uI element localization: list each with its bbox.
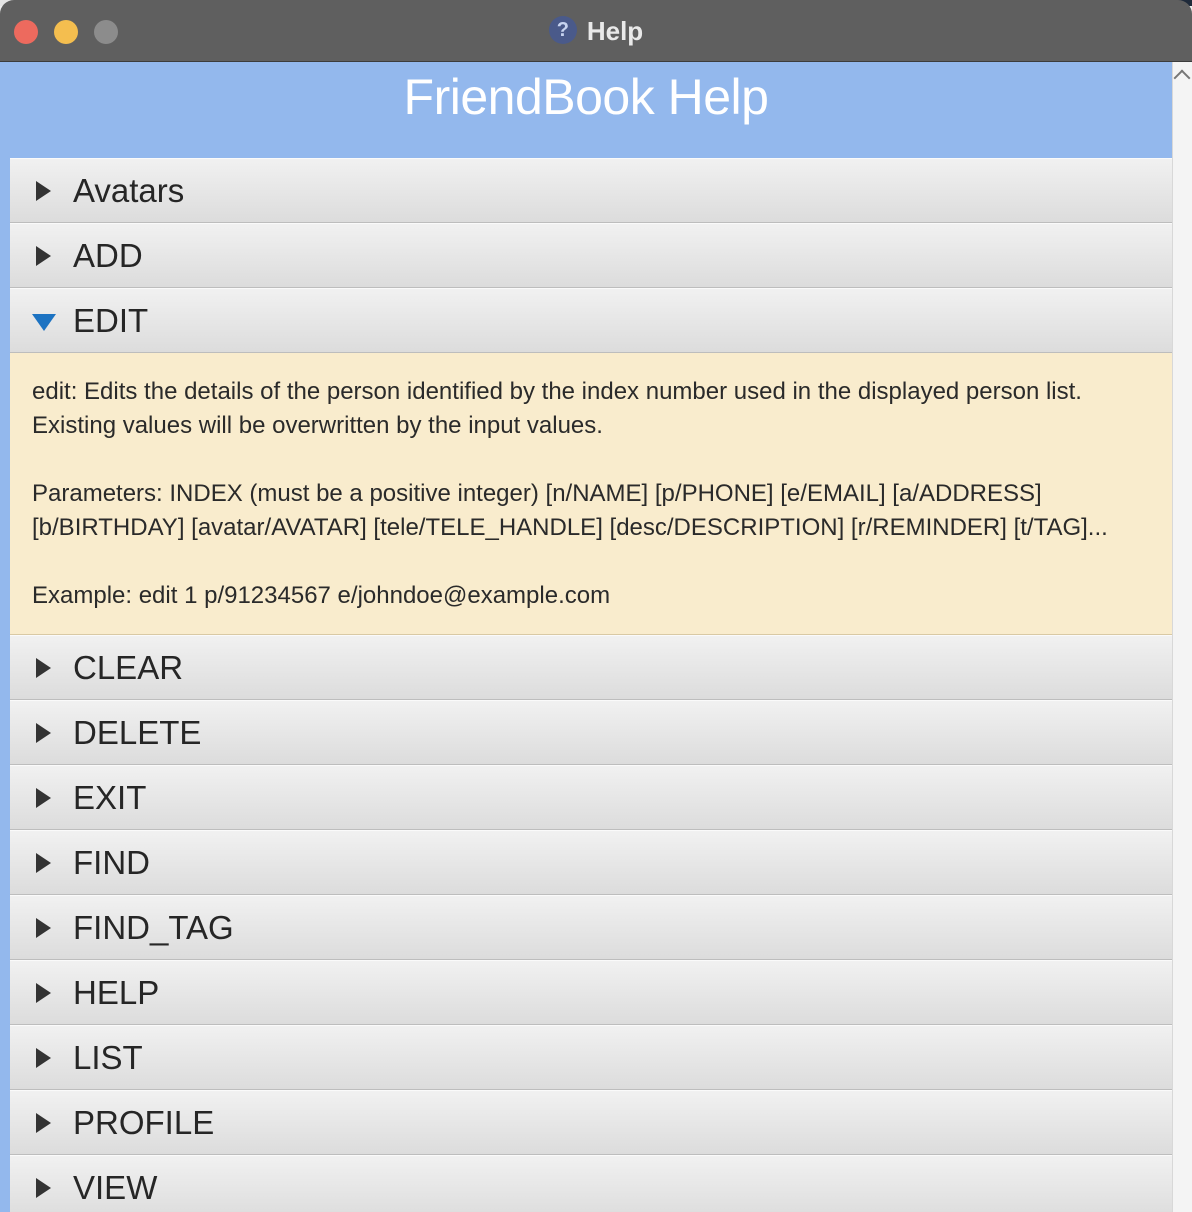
section-label: EDIT [73, 302, 149, 339]
section-label: LIST [73, 1039, 143, 1076]
section-header-exit[interactable]: EXIT [10, 765, 1172, 830]
edit-parameters: Parameters: INDEX (must be a positive in… [32, 477, 1150, 545]
edit-description-line-1: edit: Edits the details of the person id… [32, 378, 1082, 405]
collapsed-arrow-icon [36, 983, 51, 1003]
section-label: HELP [73, 974, 160, 1011]
vertical-scrollbar[interactable] [1172, 62, 1192, 1212]
window-title: ? Help [0, 14, 1192, 48]
section-header-find[interactable]: FIND [10, 830, 1172, 895]
section-label: EXIT [73, 779, 147, 816]
section-label: PROFILE [73, 1104, 215, 1141]
collapsed-arrow-icon [36, 853, 51, 873]
window-titlebar[interactable]: ? Help [0, 0, 1192, 62]
section-label: CLEAR [73, 649, 184, 686]
collapsed-arrow-icon [36, 1113, 51, 1133]
collapsed-arrow-icon [36, 723, 51, 743]
section-header-find-tag[interactable]: FIND_TAG [10, 895, 1172, 960]
section-label: ADD [73, 237, 143, 274]
section-header-delete[interactable]: DELETE [10, 700, 1172, 765]
section-header-list[interactable]: LIST [10, 1025, 1172, 1090]
scrollbar-thumb[interactable] [1175, 92, 1189, 1102]
collapsed-arrow-icon [36, 246, 51, 266]
help-accordion: Avatars ADD EDIT edit: Edits the details… [10, 158, 1172, 1212]
section-header-profile[interactable]: PROFILE [10, 1090, 1172, 1155]
edit-description-line-2: Existing values will be overwritten by t… [32, 412, 603, 439]
edit-section-body: edit: Edits the details of the person id… [10, 353, 1172, 635]
collapsed-arrow-icon [36, 1178, 51, 1198]
collapsed-arrow-icon [36, 1048, 51, 1068]
section-header-edit[interactable]: EDIT [10, 288, 1172, 353]
question-mark-icon: ? [548, 16, 577, 44]
edit-parameters-line-1: Parameters: INDEX (must be a positive in… [32, 480, 1042, 507]
window-title-text: Help [586, 16, 644, 46]
expanded-arrow-icon [32, 314, 56, 331]
chevron-up-icon[interactable] [1173, 69, 1191, 87]
collapsed-arrow-icon [36, 788, 51, 808]
collapsed-arrow-icon [36, 181, 51, 201]
section-header-clear[interactable]: CLEAR [10, 635, 1172, 700]
section-label: VIEW [73, 1169, 158, 1206]
section-header-view[interactable]: VIEW [10, 1155, 1172, 1212]
section-header-add[interactable]: ADD [10, 223, 1172, 288]
section-label: FIND_TAG [73, 909, 234, 946]
edit-example: Example: edit 1 p/91234567 e/johndoe@exa… [32, 582, 611, 609]
section-header-avatars[interactable]: Avatars [10, 158, 1172, 223]
page-title: FriendBook Help [403, 69, 769, 125]
collapsed-arrow-icon [36, 658, 51, 678]
edit-description: edit: Edits the details of the person id… [32, 375, 1150, 443]
collapsed-arrow-icon [36, 918, 51, 938]
section-label: FIND [73, 844, 150, 881]
section-header-help[interactable]: HELP [10, 960, 1172, 1025]
edit-parameters-line-2: [b/BIRTHDAY] [avatar/AVATAR] [tele/TELE_… [32, 514, 1108, 541]
help-content: FriendBook Help Avatars ADD EDIT edit: E… [0, 62, 1172, 1212]
section-label: DELETE [73, 714, 202, 751]
section-label: Avatars [73, 172, 185, 209]
